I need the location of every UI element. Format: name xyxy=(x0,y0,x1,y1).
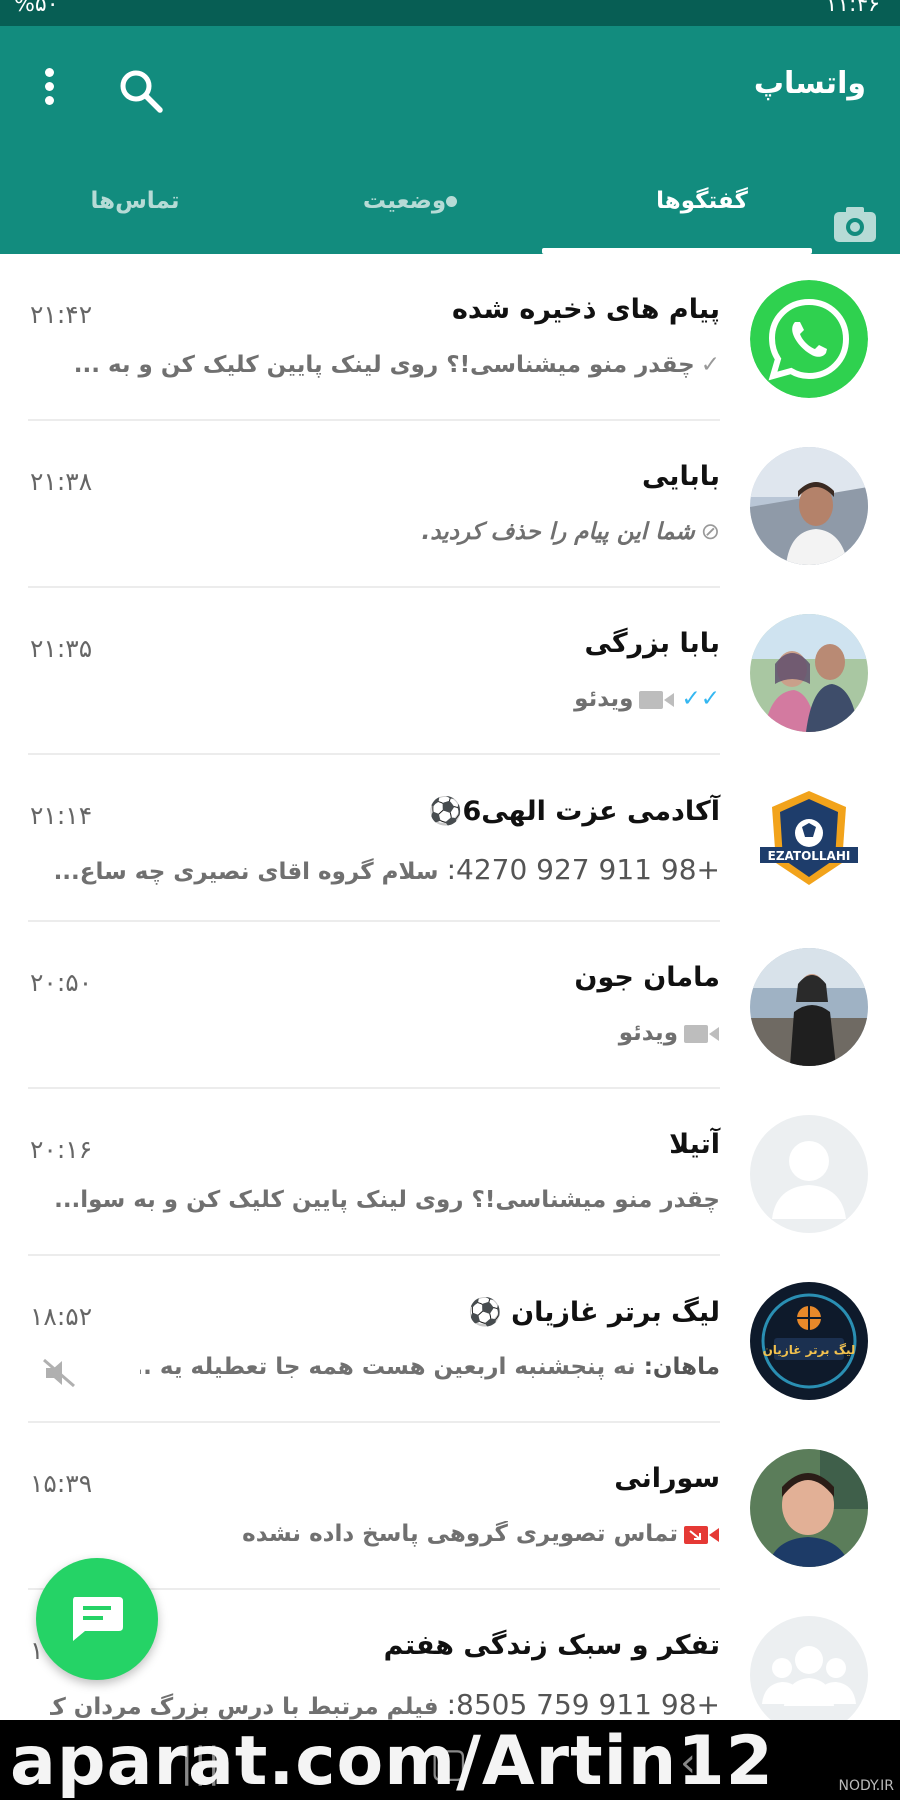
league-logo-icon: لیگ برتر غازیان xyxy=(750,1282,868,1400)
chat-list: پیام های ذخیره شده ۲۱:۴۲ ✓چقدر منو میشنا… xyxy=(0,254,900,1757)
avatar xyxy=(750,1115,868,1233)
app-title: واتساپ xyxy=(753,66,866,101)
chat-preview: چقدر منو میشناسی!؟ روی لینک پایین کلیک ک… xyxy=(54,1187,720,1213)
chat-name: لیگ برتر غازیان ⚽ xyxy=(468,1297,720,1328)
chat-time: ۲۱:۱۴ xyxy=(30,801,93,830)
camera-tab[interactable] xyxy=(832,204,878,244)
chat-name: سورانی xyxy=(614,1463,720,1494)
sender-name: ماهان: xyxy=(643,1354,720,1380)
chat-row[interactable]: آتیلا ۲۰:۱۶ چقدر منو میشناسی!؟ روی لینک … xyxy=(0,1089,900,1256)
preview-text: سلام گروه اقای نصیری چه ساع... xyxy=(53,859,439,885)
watermark-small: NODY.IR xyxy=(838,1778,894,1794)
chat-preview: +98 911 759 8505: فیلم مرتبط با درس بزرگ… xyxy=(50,1688,720,1721)
watermark-text: aparat.com/Artin12 xyxy=(10,1722,774,1800)
photo-couple xyxy=(750,614,868,732)
chat-name: تفکر و سبک زندگی هفتم xyxy=(383,1630,720,1661)
whatsapp-logo-icon xyxy=(750,280,868,398)
sender-name: +98 911 927 4270: xyxy=(446,853,720,886)
photo-man-selfie xyxy=(750,447,868,565)
preview-text: ویدئو xyxy=(574,686,634,712)
tab-status-label: وضعیت xyxy=(362,188,447,214)
chat-name: بابایی xyxy=(641,461,720,492)
tab-calls[interactable]: تماس‌ها xyxy=(60,188,210,214)
chat-preview: +98 911 927 4270: سلام گروه اقای نصیری چ… xyxy=(50,853,720,886)
chat-preview: ⊘شما این پیام را حذف کردید. xyxy=(50,519,720,545)
sent-tick-icon: ✓ xyxy=(700,352,720,378)
chat-preview: ویدئو xyxy=(50,1020,720,1046)
preview-text: تماس تصویری گروهی پاسخ داده نشده xyxy=(242,1521,678,1547)
chat-row[interactable]: پیام های ذخیره شده ۲۱:۴۲ ✓چقدر منو میشنا… xyxy=(0,254,900,421)
chat-name: آکادمی عزت الهی6⚽ xyxy=(428,796,720,827)
more-options-button[interactable] xyxy=(36,68,62,116)
chat-time: ۲۱:۳۵ xyxy=(30,634,93,663)
deleted-message-icon: ⊘ xyxy=(700,519,720,545)
avatar xyxy=(750,614,868,732)
tab-status[interactable]: وضعیت xyxy=(330,188,500,214)
league-logo-text: لیگ برتر غازیان xyxy=(763,1343,856,1357)
preview-text: چقدر منو میشناسی!؟ روی لینک پایین کلیک ک… xyxy=(73,352,695,378)
clock: ۱۱:۴۶ xyxy=(825,0,880,17)
avatar: لیگ برتر غازیان xyxy=(750,1282,868,1400)
avatar xyxy=(750,280,868,398)
battery-indicator: %۵۰ xyxy=(14,0,59,17)
preview-text: فیلم مرتبط با درس بزرگ مردان ک... xyxy=(50,1694,439,1720)
avatar xyxy=(750,948,868,1066)
chat-time: ۱۸:۵۲ xyxy=(30,1302,93,1331)
menu-dot-icon xyxy=(44,82,54,91)
academy-logo-text: EZATOLLAHI xyxy=(768,849,851,863)
chat-name: آتیلا xyxy=(669,1129,720,1160)
read-ticks-icon: ✓✓ xyxy=(681,686,720,712)
ezatollahi-logo-icon: EZATOLLAHI xyxy=(760,791,858,885)
app-header: واتساپ گفتگوها وضعیت تماس xyxy=(0,26,900,254)
camera-icon xyxy=(834,207,876,242)
chat-time: ۲۰:۱۶ xyxy=(30,1135,93,1164)
chat-row[interactable]: لیگ برتر غازیان لیگ برتر غازیان ⚽ ۱۸:۵۲ … xyxy=(0,1256,900,1423)
chat-preview: ✓✓ ویدئو xyxy=(50,686,720,712)
avatar: EZATOLLAHI xyxy=(750,781,868,899)
missed-video-call-icon xyxy=(684,1525,719,1544)
menu-dot-icon xyxy=(44,68,54,77)
muted-icon xyxy=(43,1358,75,1388)
menu-dot-icon xyxy=(44,96,54,105)
preview-text: نه پنجشنبه اربعین هست همه جا تعطیله یه .… xyxy=(140,1354,636,1380)
chat-row[interactable]: EZATOLLAHI آکادمی عزت الهی6⚽ ۲۱:۱۴ +98 9… xyxy=(0,755,900,922)
chat-name: مامان جون xyxy=(574,962,720,993)
avatar xyxy=(750,1449,868,1567)
new-chat-button[interactable] xyxy=(36,1558,158,1680)
video-icon xyxy=(684,1024,719,1043)
tab-bar: گفتگوها وضعیت تماس‌ها xyxy=(0,166,900,254)
photo-boy xyxy=(750,1449,868,1567)
tab-chats[interactable]: گفتگوها xyxy=(590,188,814,214)
default-group-icon xyxy=(750,1616,868,1734)
preview-text: ویدئو xyxy=(618,1020,678,1046)
chat-name: بابا بزرگی xyxy=(584,628,720,659)
photo-woman-beach xyxy=(750,948,868,1066)
sender-name: +98 911 759 8505: xyxy=(446,1688,720,1721)
whatsapp-screen: %۵۰ ۱۱:۴۶ واتساپ گفتگو xyxy=(0,0,900,1800)
chat-row[interactable]: مامان جون ۲۰:۵۰ ویدئو xyxy=(0,922,900,1089)
chat-preview: ماهان: نه پنجشنبه اربعین هست همه جا تعطی… xyxy=(140,1354,720,1380)
watermark-bar: ||| ▢ ‹ aparat.com/Artin12 NODY.IR xyxy=(0,1720,900,1800)
chat-row[interactable]: بابا بزرگی ۲۱:۳۵ ✓✓ ویدئو xyxy=(0,588,900,755)
chat-row[interactable]: بابایی ۲۱:۳۸ ⊘شما این پیام را حذف کردید. xyxy=(0,421,900,588)
status-bar: %۵۰ ۱۱:۴۶ xyxy=(0,0,900,26)
avatar xyxy=(750,447,868,565)
default-person-icon xyxy=(750,1115,868,1233)
video-icon xyxy=(639,690,675,709)
search-icon xyxy=(120,70,163,113)
status-update-dot xyxy=(446,196,458,207)
message-icon xyxy=(73,1597,123,1641)
chat-name: پیام های ذخیره شده xyxy=(451,294,720,325)
chat-time: ۱۵:۳۹ xyxy=(30,1469,93,1498)
preview-text: شما این پیام را حذف کردید. xyxy=(421,519,695,545)
chat-row[interactable]: سورانی ۱۵:۳۹ تماس تصویری گروهی پاسخ داده… xyxy=(0,1423,900,1590)
chat-time: ۲۱:۴۲ xyxy=(30,300,93,329)
chat-preview: ✓چقدر منو میشناسی!؟ روی لینک پایین کلیک … xyxy=(50,352,720,378)
chat-time: ۲۱:۳۸ xyxy=(30,467,93,496)
chat-time: ۲۰:۵۰ xyxy=(30,968,93,997)
chat-preview: تماس تصویری گروهی پاسخ داده نشده xyxy=(50,1521,720,1547)
search-button[interactable] xyxy=(116,66,166,116)
avatar xyxy=(750,1616,868,1734)
